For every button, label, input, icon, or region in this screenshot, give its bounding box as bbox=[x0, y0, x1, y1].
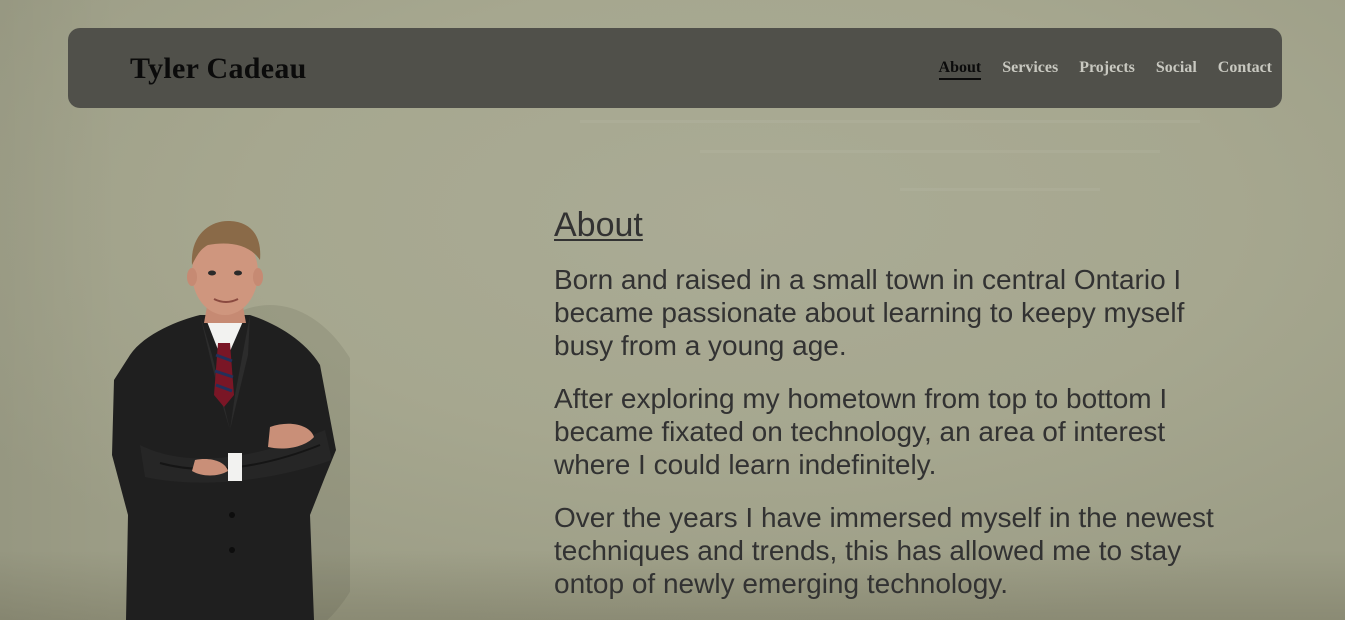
about-paragraph: Over the years I have immersed myself in… bbox=[554, 502, 1214, 599]
brand-logo[interactable]: Tyler Cadeau bbox=[130, 52, 307, 86]
about-paragraph: After exploring my hometown from top to … bbox=[554, 383, 1168, 480]
background-streak bbox=[700, 150, 1160, 153]
nav-social[interactable]: Social bbox=[1156, 59, 1197, 80]
about-paragraph: Born and raised in a small town in centr… bbox=[554, 264, 1185, 361]
navbar: Tyler Cadeau About Services Projects Soc… bbox=[68, 28, 1282, 108]
background-streak bbox=[900, 188, 1100, 191]
person-portrait-icon bbox=[112, 220, 350, 620]
nav-about[interactable]: About bbox=[938, 59, 982, 80]
about-section: About Born and raised in a small town in… bbox=[554, 205, 1234, 620]
background-streak bbox=[580, 120, 1200, 123]
nav-services[interactable]: Services bbox=[1002, 59, 1058, 80]
about-heading: About bbox=[554, 206, 643, 244]
nav-contact[interactable]: Contact bbox=[1218, 59, 1272, 80]
nav-links: About Services Projects Social Contact bbox=[938, 59, 1272, 80]
nav-projects[interactable]: Projects bbox=[1079, 59, 1135, 80]
